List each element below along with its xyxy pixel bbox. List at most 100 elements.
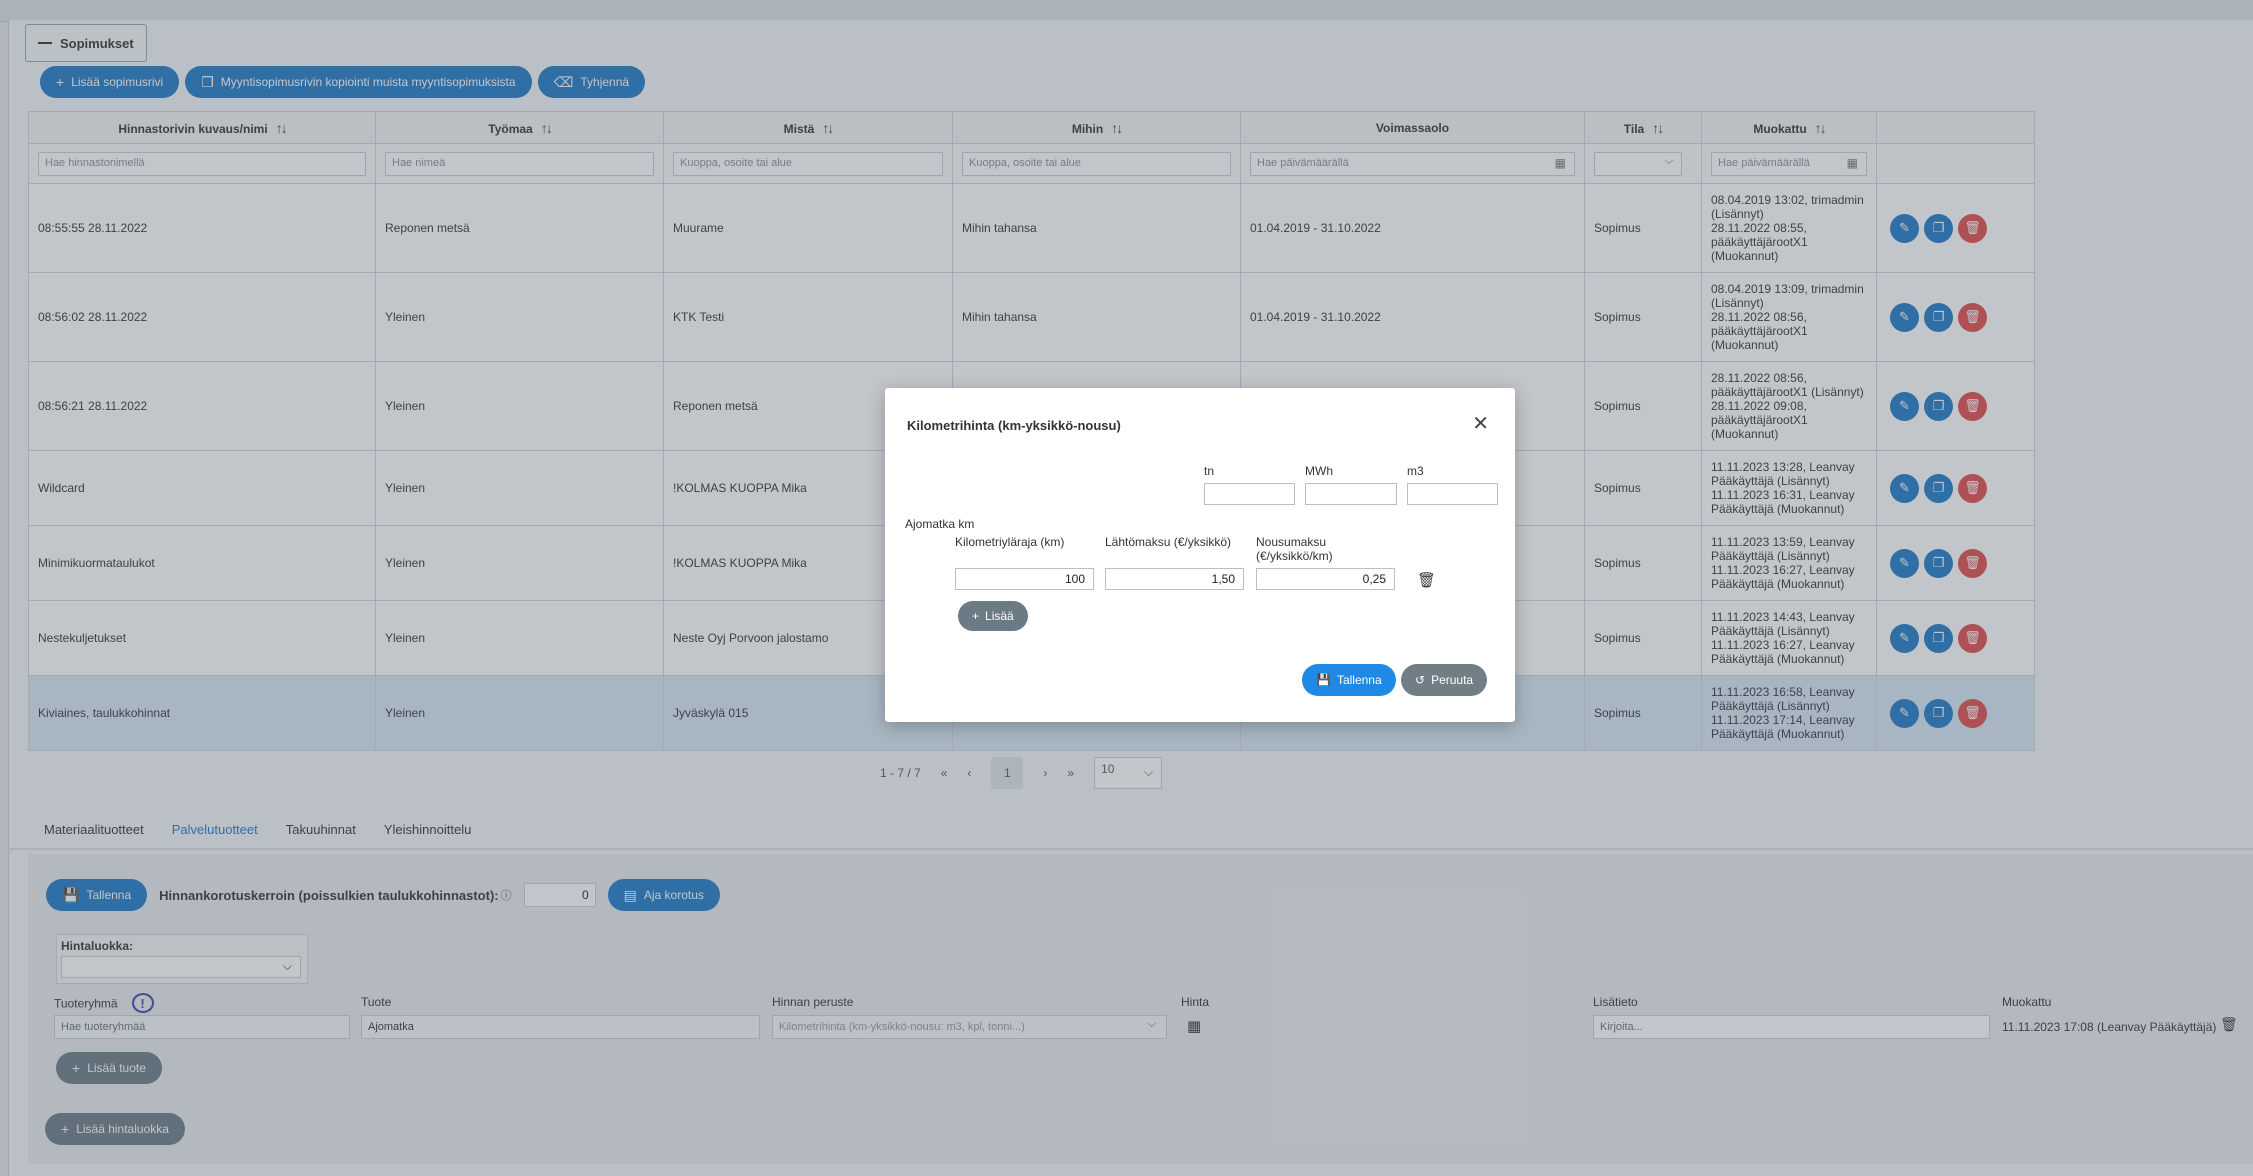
copy-icon[interactable]: ❐ <box>1924 623 1953 653</box>
run-raise-button[interactable]: ▤ Aja korotus <box>607 879 720 911</box>
plus-icon: + <box>972 609 980 623</box>
clear-button[interactable]: ⌫ Tyhjennä <box>537 66 646 98</box>
col-header-to[interactable]: Mihin ↑↓ <box>952 111 1241 144</box>
unit-mwh-input[interactable] <box>1305 483 1397 505</box>
minus-icon <box>38 42 52 44</box>
price-factor-input[interactable]: 0 <box>523 883 596 907</box>
sort-icon[interactable]: ↑↓ <box>1815 120 1827 136</box>
site-filter-input[interactable]: Hae nimeä <box>385 151 654 176</box>
row-name: Wildcard <box>28 450 376 526</box>
last-page-icon[interactable]: » <box>1067 766 1074 780</box>
trash-icon[interactable]: 🗑 <box>1958 391 1987 421</box>
page-size-select[interactable]: 10 ⌵ <box>1094 757 1163 789</box>
row-valid: 01.04.2019 - 31.10.2022 <box>1240 183 1585 273</box>
sort-icon[interactable]: ↑↓ <box>541 120 553 136</box>
status-filter-select[interactable]: ⌵ <box>1594 151 1683 176</box>
info-input[interactable]: Kirjoita... <box>1593 1015 1990 1039</box>
product-input[interactable]: Ajomatka <box>361 1015 760 1039</box>
page-range: 1 - 7 / 7 <box>880 766 921 780</box>
edit-icon[interactable]: ✎ <box>1890 473 1919 503</box>
add-product-button[interactable]: + Lisää tuote <box>56 1052 162 1084</box>
price-basis-select[interactable]: Kilometrihinta (km-yksikkö-nousu: m3, kp… <box>772 1015 1167 1039</box>
chevron-down-icon: ⌵ <box>1147 1018 1156 1030</box>
info-icon[interactable]: ! <box>131 993 154 1013</box>
col-header-modified[interactable]: Muokattu ↑↓ <box>1701 111 1877 144</box>
add-price-class-button[interactable]: + Lisää hintaluokka <box>45 1113 185 1145</box>
edit-icon[interactable]: ✎ <box>1890 213 1919 243</box>
edit-icon[interactable]: ✎ <box>1890 391 1919 421</box>
col-header-name[interactable]: Hinnastorivin kuvaus/nimi ↑↓ <box>28 111 376 144</box>
row-name: Minimikuormataulukot <box>28 525 376 601</box>
trash-icon[interactable]: 🗑 <box>2220 1016 2238 1033</box>
info-small-icon: ⓘ <box>500 890 512 902</box>
trash-icon[interactable]: 🗑 <box>1958 698 1987 728</box>
add-km-row-button[interactable]: + Lisää <box>958 601 1028 631</box>
unit-m3-input[interactable] <box>1407 483 1498 505</box>
product-group-input[interactable]: Hae tuoteryhmää <box>54 1015 350 1039</box>
trash-icon[interactable]: 🗑 <box>1417 571 1436 589</box>
name-filter-input[interactable]: Hae hinnastonimellä <box>38 151 366 176</box>
valid-date-filter-input[interactable]: Hae päivämäärällä ▦ <box>1250 151 1575 176</box>
section-toggle[interactable]: Sopimukset <box>25 24 147 62</box>
dialog-title: Kilometrihinta (km-yksikkö-nousu) <box>907 418 1121 433</box>
km-limit-input[interactable]: 100 <box>955 568 1094 590</box>
tab-services[interactable]: Palvelutuotteet <box>172 822 258 837</box>
table-row[interactable]: 08:55:55 28.11.2022 Reponen metsä Muuram… <box>28 183 2035 273</box>
tab-warranty[interactable]: Takuuhinnat <box>286 822 356 837</box>
first-page-icon[interactable]: « <box>941 766 948 780</box>
price-class-select[interactable]: ⌵ <box>61 956 301 978</box>
table-row[interactable]: 08:56:02 28.11.2022 Yleinen KTK Testi Mi… <box>28 272 2035 362</box>
sort-icon[interactable]: ↑↓ <box>822 120 834 136</box>
trash-icon[interactable]: 🗑 <box>1958 548 1987 578</box>
col-header-actions <box>1876 111 2035 144</box>
tab-general-pricing[interactable]: Yleishinnoittelu <box>384 822 471 837</box>
rise-fee-input[interactable]: 0,25 <box>1256 568 1395 590</box>
price-factor-label: Hinnankorotuskerroin (poissulkien tauluk… <box>159 887 499 903</box>
copy-icon[interactable]: ❐ <box>1924 391 1953 421</box>
row-status: Sopimus <box>1584 272 1702 362</box>
copy-icon[interactable]: ❐ <box>1924 548 1953 578</box>
unit-tn-input[interactable] <box>1204 483 1295 505</box>
sort-icon[interactable]: ↑↓ <box>1652 120 1664 136</box>
copy-icon[interactable]: ❐ <box>1924 302 1953 332</box>
modified-date-filter-input[interactable]: Hae päivämäärällä ▦ <box>1711 151 1867 176</box>
next-page-icon[interactable]: › <box>1043 766 1047 780</box>
start-fee-label: Lähtömaksu (€/yksikkö) <box>1105 535 1232 549</box>
trash-icon[interactable]: 🗑 <box>1958 213 1987 243</box>
copy-contract-row-button[interactable]: ❐ Myyntisopimusrivin kopiointi muista myy… <box>185 66 532 98</box>
km-limit-label: Kilometriyläraja (km) <box>955 535 1065 549</box>
col-header-from[interactable]: Mistä ↑↓ <box>663 111 953 144</box>
dialog-save-button[interactable]: 💾 Tallenna <box>1302 664 1396 696</box>
close-icon[interactable]: ✕ <box>1472 414 1489 434</box>
dialog-cancel-button[interactable]: ↺ Peruuta <box>1401 664 1488 696</box>
to-filter-input[interactable]: Kuoppa, osoite tai alue <box>962 151 1231 176</box>
trash-icon[interactable]: 🗑 <box>1958 623 1987 653</box>
col-header-status[interactable]: Tila ↑↓ <box>1584 111 1702 144</box>
edit-icon[interactable]: ✎ <box>1890 623 1919 653</box>
calendar-icon[interactable]: ▦ <box>1847 156 1858 170</box>
sort-icon[interactable]: ↑↓ <box>276 120 288 136</box>
sort-icon[interactable]: ↑↓ <box>1111 120 1123 136</box>
calendar-icon[interactable]: ▦ <box>1555 156 1566 170</box>
trash-icon[interactable]: 🗑 <box>1958 302 1987 332</box>
copy-icon[interactable]: ❐ <box>1924 698 1953 728</box>
from-filter-input[interactable]: Kuoppa, osoite tai alue <box>673 151 943 176</box>
product-modified: 11.11.2023 17:08 (Leanvay Pääkäyttäjä) <box>2002 1020 2217 1034</box>
table-icon[interactable]: ▦ <box>1187 1017 1201 1035</box>
col-header-site[interactable]: Työmaa ↑↓ <box>375 111 664 144</box>
add-contract-row-button[interactable]: + Lisää sopimusrivi <box>40 66 180 98</box>
prev-page-icon[interactable]: ‹ <box>967 766 971 780</box>
edit-icon[interactable]: ✎ <box>1890 548 1919 578</box>
services-save-button[interactable]: 💾 Tallenna <box>46 879 148 911</box>
tab-materials[interactable]: Materiaalituotteet <box>44 822 144 837</box>
edit-icon[interactable]: ✎ <box>1890 302 1919 332</box>
current-page[interactable]: 1 <box>991 757 1024 789</box>
row-modified: 11.11.2023 13:28, Leanvay Pääkäyttäjä (Li… <box>1701 450 1877 526</box>
trash-icon[interactable]: 🗑 <box>1958 473 1987 503</box>
copy-icon[interactable]: ❐ <box>1924 213 1953 243</box>
start-fee-input[interactable]: 1,50 <box>1105 568 1244 590</box>
copy-icon[interactable]: ❐ <box>1924 473 1953 503</box>
chevron-down-icon: ⌵ <box>1143 765 1154 779</box>
row-name: 08:56:02 28.11.2022 <box>28 272 376 362</box>
edit-icon[interactable]: ✎ <box>1890 698 1919 728</box>
